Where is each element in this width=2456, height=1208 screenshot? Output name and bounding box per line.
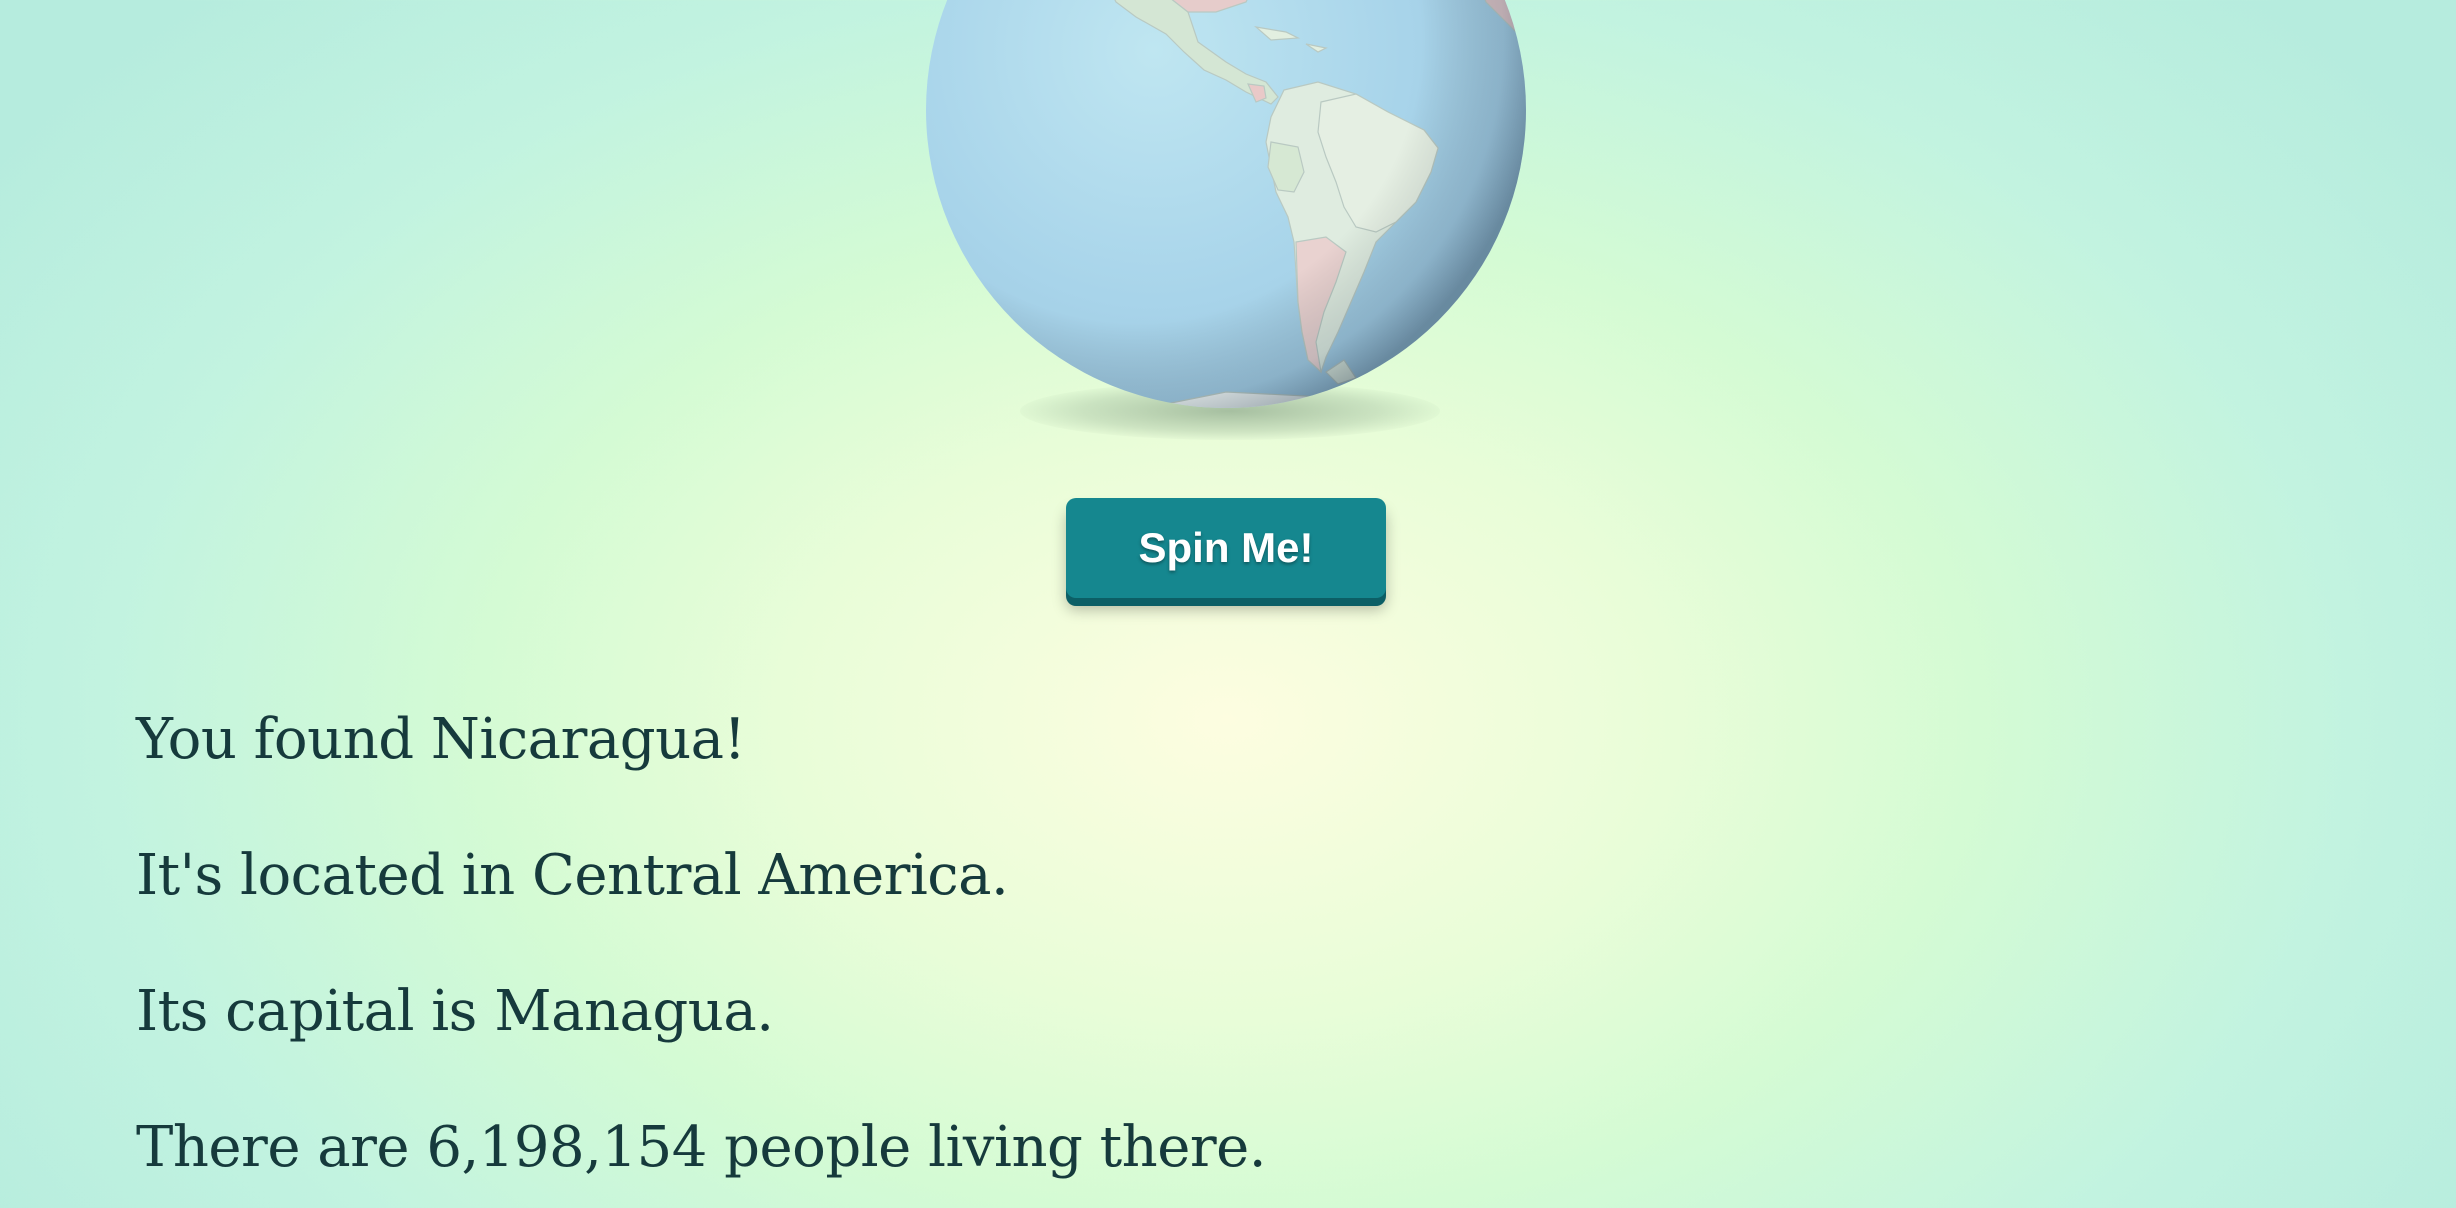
population-text: There are 6,198,154 people living there. <box>136 1115 1267 1180</box>
globe-container <box>920 0 1530 452</box>
region-text: It's located in Central America. <box>136 843 1009 908</box>
spin-button[interactable]: Spin Me! <box>1066 498 1386 598</box>
globe-icon <box>926 0 1526 408</box>
result-info: You found Nicaragua! It's located in Cen… <box>136 700 1267 1208</box>
found-country-text: You found Nicaragua! <box>136 707 746 772</box>
globe-shading <box>926 0 1526 408</box>
capital-text: Its capital is Managua. <box>136 979 774 1044</box>
